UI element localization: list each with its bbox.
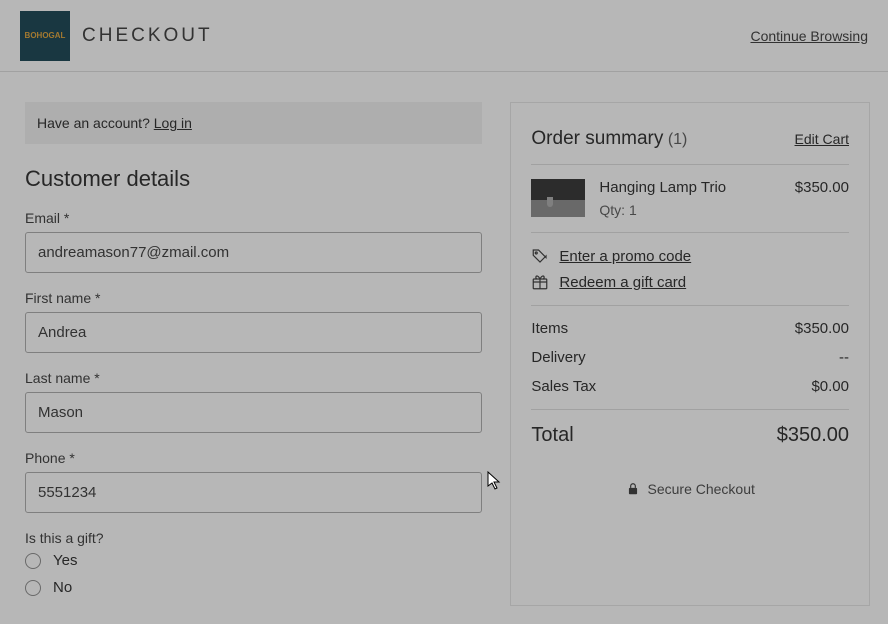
gift-no-row: No	[25, 579, 482, 596]
email-field-group: Email *	[25, 210, 482, 273]
gift-yes-row: Yes	[25, 552, 482, 569]
phone-field-group: Phone *	[25, 450, 482, 513]
phone-input[interactable]	[25, 472, 482, 513]
gift-question: Is this a gift? Yes No	[25, 530, 482, 596]
order-summary: Order summary (1) Edit Cart Hanging Lamp…	[510, 102, 870, 606]
last-name-input[interactable]	[25, 392, 482, 433]
phone-label: Phone *	[25, 450, 482, 466]
delivery-value: --	[839, 349, 849, 366]
item-name: Hanging Lamp Trio	[599, 179, 726, 196]
account-prompt: Have an account? Log in	[25, 102, 482, 144]
summary-title-group: Order summary (1)	[531, 128, 687, 150]
items-label: Items	[531, 320, 568, 337]
email-label: Email *	[25, 210, 482, 226]
divider	[531, 164, 849, 165]
last-name-field-group: Last name *	[25, 370, 482, 433]
gift-label: Is this a gift?	[25, 530, 482, 546]
gift-yes-label: Yes	[53, 552, 77, 569]
gift-icon	[531, 273, 549, 291]
login-link[interactable]: Log in	[154, 115, 192, 131]
gift-yes-radio[interactable]	[25, 553, 41, 569]
page-title: CHECKOUT	[82, 25, 213, 47]
edit-cart-link[interactable]: Edit Cart	[795, 131, 849, 147]
cart-item: Hanging Lamp Trio $350.00 Qty: 1	[531, 179, 849, 218]
item-name-row: Hanging Lamp Trio $350.00	[599, 179, 849, 196]
item-price: $350.00	[795, 179, 849, 196]
tax-value: $0.00	[811, 378, 849, 395]
total-value: $350.00	[777, 424, 849, 447]
header: BOHOGAL CHECKOUT Continue Browsing	[0, 0, 888, 72]
summary-header: Order summary (1) Edit Cart	[531, 128, 849, 150]
last-name-label: Last name *	[25, 370, 482, 386]
gift-card-link[interactable]: Redeem a gift card	[559, 274, 686, 291]
gift-no-label: No	[53, 579, 72, 596]
divider	[531, 305, 849, 306]
first-name-input[interactable]	[25, 312, 482, 353]
item-info: Hanging Lamp Trio $350.00 Qty: 1	[599, 179, 849, 218]
brand-logo: BOHOGAL	[20, 11, 70, 61]
item-qty: Qty: 1	[599, 202, 849, 218]
tax-label: Sales Tax	[531, 378, 596, 395]
delivery-row: Delivery --	[531, 349, 849, 366]
continue-browsing-link[interactable]: Continue Browsing	[750, 28, 868, 44]
first-name-field-group: First name *	[25, 290, 482, 353]
content: Have an account? Log in Customer details…	[0, 72, 888, 606]
promo-row: Enter a promo code	[531, 247, 849, 265]
customer-column: Have an account? Log in Customer details…	[25, 102, 482, 606]
gift-no-radio[interactable]	[25, 580, 41, 596]
gift-card-row: Redeem a gift card	[531, 273, 849, 291]
total-label: Total	[531, 424, 573, 447]
secure-checkout: Secure Checkout	[531, 481, 849, 497]
summary-count: (1)	[668, 131, 688, 148]
customer-details-heading: Customer details	[25, 166, 482, 192]
tax-row: Sales Tax $0.00	[531, 378, 849, 395]
divider	[531, 232, 849, 233]
promo-code-link[interactable]: Enter a promo code	[559, 248, 691, 265]
lock-icon	[626, 482, 640, 496]
first-name-label: First name *	[25, 290, 482, 306]
email-input[interactable]	[25, 232, 482, 273]
account-prompt-text: Have an account?	[37, 115, 154, 131]
total-row: Total $350.00	[531, 424, 849, 447]
tag-icon	[531, 247, 549, 265]
divider	[531, 409, 849, 410]
item-thumbnail	[531, 179, 585, 217]
header-left: BOHOGAL CHECKOUT	[20, 11, 213, 61]
summary-title: Order summary	[531, 128, 663, 149]
secure-checkout-text: Secure Checkout	[648, 481, 755, 497]
delivery-label: Delivery	[531, 349, 585, 366]
items-value: $350.00	[795, 320, 849, 337]
items-row: Items $350.00	[531, 320, 849, 337]
